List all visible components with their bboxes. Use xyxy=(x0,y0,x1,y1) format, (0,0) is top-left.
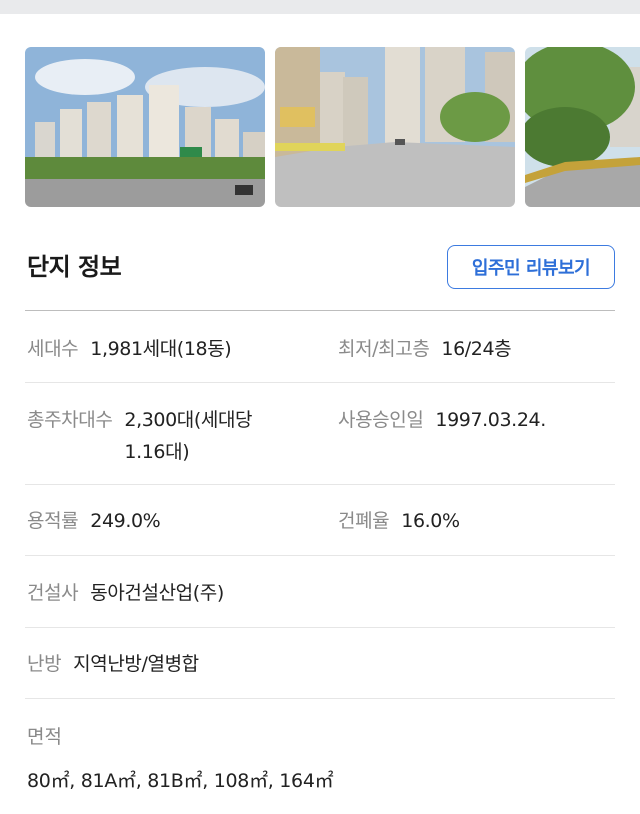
area-value: 80㎡, 81A㎡, 81B㎡, 108㎡, 164㎡ xyxy=(27,770,334,792)
heating-label: 난방 xyxy=(27,653,62,675)
photo-gallery[interactable] xyxy=(25,47,640,207)
photo-tree-street[interactable] xyxy=(525,47,640,207)
section-divider xyxy=(25,310,615,311)
floor-area-ratio-label: 용적률 xyxy=(27,510,79,532)
parking-label: 총주차대수 xyxy=(27,409,113,431)
top-band xyxy=(0,0,640,14)
photo-apartment-complex[interactable] xyxy=(25,47,265,207)
row-divider xyxy=(25,627,615,628)
builder-value: 동아건설산업(주) xyxy=(90,582,224,604)
row-divider xyxy=(25,698,615,699)
tree-street-photo-image xyxy=(525,47,640,207)
building-coverage-label: 건폐율 xyxy=(338,510,390,532)
floors-label: 최저/최고층 xyxy=(338,338,430,360)
resident-review-button[interactable]: 입주민 리뷰보기 xyxy=(447,245,615,289)
households-label: 세대수 xyxy=(27,338,79,360)
floors-row: 최저/최고층 16/24층 xyxy=(338,333,512,365)
section-title: 단지 정보 xyxy=(27,253,122,281)
parking-value: 2,300대(세대당 1.16대) xyxy=(124,409,253,463)
floors-value: 16/24층 xyxy=(441,338,512,360)
builder-label: 건설사 xyxy=(27,582,79,604)
heating-row: 난방 지역난방/열병합 xyxy=(27,648,199,680)
households-value: 1,981세대(18동) xyxy=(90,338,232,360)
floor-area-ratio-value: 249.0% xyxy=(90,510,161,532)
photo-road-buildings[interactable] xyxy=(275,47,515,207)
apartment-photo-image xyxy=(25,47,265,207)
row-divider xyxy=(25,382,615,383)
heating-value: 지역난방/열병합 xyxy=(73,653,199,675)
approval-label: 사용승인일 xyxy=(338,409,424,431)
area-label: 면적 xyxy=(27,726,62,748)
building-coverage-row: 건폐율 16.0% xyxy=(338,505,460,537)
households-row: 세대수 1,981세대(18동) xyxy=(27,333,232,365)
parking-row: 총주차대수 2,300대(세대당 1.16대) xyxy=(27,404,284,468)
builder-row: 건설사 동아건설산업(주) xyxy=(27,577,224,609)
approval-value: 1997.03.24. xyxy=(435,409,546,431)
building-coverage-value: 16.0% xyxy=(401,510,460,532)
road-photo-image xyxy=(275,47,515,207)
row-divider xyxy=(25,555,615,556)
row-divider xyxy=(25,484,615,485)
approval-row: 사용승인일 1997.03.24. xyxy=(338,404,546,436)
floor-area-ratio-row: 용적률 249.0% xyxy=(27,505,161,537)
